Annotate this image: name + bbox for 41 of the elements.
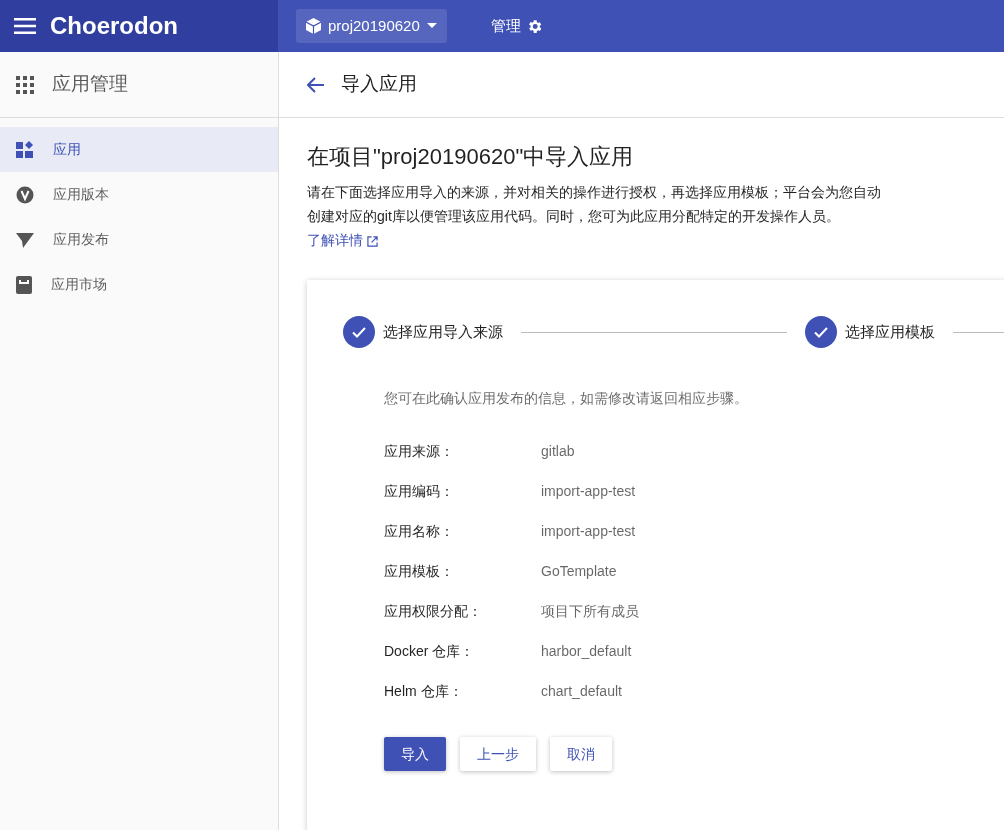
caret-icon [426,23,437,29]
field-value: harbor_default [541,641,632,661]
action-button[interactable]: 上一步 [460,737,536,772]
store-icon [16,275,32,294]
field-label: 应用来源： [384,441,455,461]
dashboard-icon [16,140,34,159]
step-label: 选择应用模板 [845,322,935,343]
field-label: 应用名称： [384,521,455,541]
field-value: import-app-test [541,521,636,541]
field-label: Docker 仓库： [384,641,476,661]
sidebar-item[interactable]: 应用 [0,127,278,172]
version-badge-icon [16,185,34,204]
menu-icon[interactable] [14,18,36,34]
project-selector[interactable]: proj20190620 [296,9,447,43]
sidebar-item[interactable]: 应用市场 [0,262,278,307]
field-label: 应用模板： [384,561,455,581]
action-button[interactable]: 取消 [550,737,612,772]
grid-icon[interactable] [16,75,34,94]
field-value: chart_default [541,681,622,701]
sidebar-item[interactable]: 应用版本 [0,172,278,217]
field-label: 应用编码： [384,481,455,501]
brand-logo-text: Choerodon [50,11,178,41]
field-label: Helm 仓库： [384,681,464,701]
section-heading: 在项目"proj20190620"中导入应用 [307,144,635,171]
field-value: gitlab [541,441,575,461]
confirm-hint: 您可在此确认应用发布的信息，如需修改请返回相应步骤。 [384,389,749,409]
details-link[interactable]: 了解详情 [307,232,378,249]
field-value: 项目下所有成员 [541,601,639,621]
cube-icon [306,18,321,34]
page-title: 导入应用 [341,72,417,97]
field-value: GoTemplate [541,561,617,581]
description-text: 请在下面选择应用导入的来源，并对相关的操作进行授权，再选择应用模板；平台会为您自动创建对应的git库以便管理该应用代码。同时，您可为此应用分配特定的开发操作人员。 了解详情 [307,183,882,251]
field-value: import-app-test [541,481,636,501]
external-link-icon [366,236,378,248]
field-label: 应用权限分配： [384,601,483,621]
step-label: 选择应用导入来源 [383,322,503,343]
manage-button[interactable]: 管理 [484,13,549,39]
back-arrow-icon[interactable] [307,76,325,93]
import-button[interactable]: 导入 [384,737,446,772]
sidebar-title: 应用管理 [52,72,128,97]
sidebar-item[interactable]: 应用发布 [0,217,278,262]
